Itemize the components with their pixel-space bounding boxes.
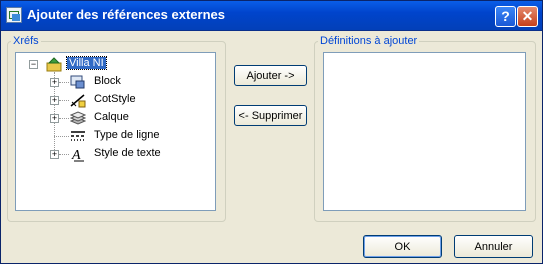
- expand-icon[interactable]: +: [50, 114, 59, 123]
- xrefs-tree[interactable]: − Villa NI + Block + CotStyle + Calque T…: [15, 52, 216, 211]
- tree-item-style-de-texte[interactable]: + A Style de texte: [16, 146, 216, 162]
- title-bar[interactable]: Ajouter des références externes ? ✕: [1, 1, 542, 31]
- definitions-list[interactable]: [323, 52, 526, 211]
- window-title: Ajouter des références externes: [27, 7, 225, 22]
- xrefs-legend: Xréfs: [13, 35, 39, 47]
- ok-button[interactable]: OK: [363, 235, 442, 258]
- drawing-icon: [46, 57, 62, 72]
- tree-item-type-de-ligne[interactable]: Type de ligne: [16, 128, 216, 144]
- tree-item-block[interactable]: + Block: [16, 74, 216, 90]
- dialog-window: Ajouter des références externes ? ✕ Xréf…: [0, 0, 543, 264]
- collapse-icon[interactable]: −: [29, 60, 38, 69]
- block-icon: [70, 75, 85, 89]
- dimstyle-icon: [70, 94, 86, 108]
- layers-icon: [70, 111, 86, 125]
- tree-label-style-de-texte[interactable]: Style de texte: [94, 147, 161, 159]
- app-icon: [6, 7, 22, 23]
- definitions-legend: Définitions à ajouter: [320, 35, 418, 47]
- expand-icon[interactable]: +: [50, 150, 59, 159]
- tree-label-block[interactable]: Block: [94, 75, 121, 87]
- close-button[interactable]: ✕: [517, 6, 538, 27]
- tree-label-type-de-ligne[interactable]: Type de ligne: [94, 129, 159, 141]
- remove-button[interactable]: <- Supprimer: [234, 105, 307, 126]
- help-button[interactable]: ?: [495, 6, 516, 27]
- cancel-button[interactable]: Annuler: [454, 235, 533, 258]
- tree-label-calque[interactable]: Calque: [94, 111, 129, 123]
- tree-item-calque[interactable]: + Calque: [16, 110, 216, 126]
- tree-label-villa-ni[interactable]: Villa NI: [66, 56, 107, 70]
- tree-item-cotstyle[interactable]: + CotStyle: [16, 92, 216, 108]
- tree-label-cotstyle[interactable]: CotStyle: [94, 93, 136, 105]
- add-button[interactable]: Ajouter ->: [234, 65, 307, 86]
- svg-text:A: A: [71, 148, 81, 162]
- linetype-icon: [71, 131, 85, 141]
- textstyle-icon: A: [71, 148, 84, 162]
- expand-icon[interactable]: +: [50, 78, 59, 87]
- expand-icon[interactable]: +: [50, 96, 59, 105]
